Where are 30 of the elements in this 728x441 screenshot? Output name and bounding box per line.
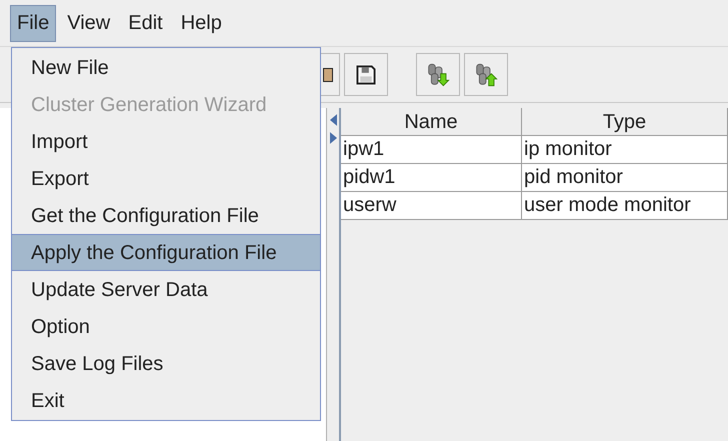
download-button[interactable]: [416, 53, 460, 96]
splitter[interactable]: [327, 108, 341, 441]
menu-item[interactable]: Update Server Data: [12, 271, 320, 308]
menu-item[interactable]: Export: [12, 160, 320, 197]
menu-item[interactable]: Import: [12, 123, 320, 160]
upload-button[interactable]: [464, 53, 508, 96]
menu-bar-item[interactable]: Edit: [121, 4, 170, 42]
column-header[interactable]: Type: [522, 108, 728, 136]
image-icon: [323, 68, 333, 82]
menu-bar-item[interactable]: View: [60, 4, 118, 42]
menu-item[interactable]: Option: [12, 308, 320, 345]
table-cell: userw: [341, 192, 522, 220]
table-cell: pid monitor: [522, 164, 728, 192]
menu-bar-item[interactable]: Help: [174, 4, 229, 42]
menu-item[interactable]: Exit: [12, 382, 320, 419]
table-cell: user mode monitor: [522, 192, 728, 220]
right-arrow-icon: [330, 132, 336, 144]
menu-item[interactable]: New File: [12, 49, 320, 86]
menu-item[interactable]: Save Log Files: [12, 345, 320, 382]
save-button[interactable]: [344, 53, 388, 96]
column-header[interactable]: Name: [341, 108, 522, 136]
table-cell: ipw1: [341, 136, 522, 164]
menu-bar-item[interactable]: File: [10, 4, 56, 42]
servers-down-arrow-icon: [426, 62, 450, 88]
left-arrow-icon: [330, 114, 336, 126]
servers-up-arrow-icon: [474, 62, 498, 88]
table-cell: pidw1: [341, 164, 522, 192]
table-cell: ip monitor: [522, 136, 728, 164]
menu-item[interactable]: Get the Configuration File: [12, 197, 320, 234]
menu-item[interactable]: Apply the Configuration File: [12, 234, 320, 271]
